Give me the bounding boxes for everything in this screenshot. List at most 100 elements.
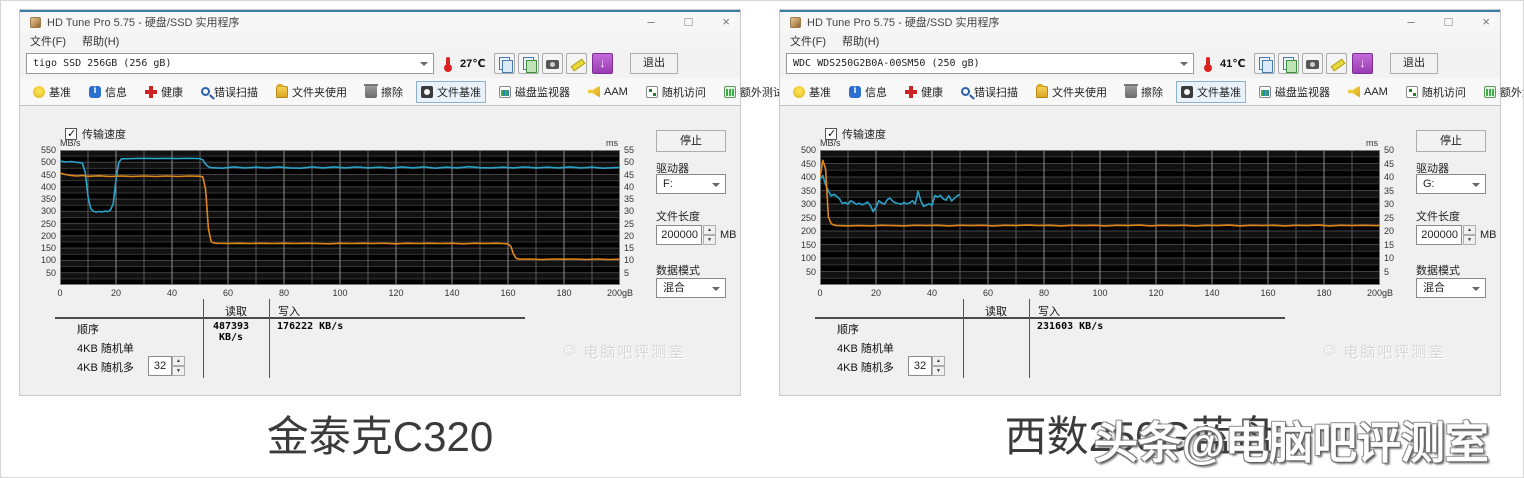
copy-text-button[interactable] [1254,53,1275,74]
thread-count-value: 32 [148,356,172,376]
file-length-input[interactable]: 200000 [1416,225,1462,245]
toolbar-item-label: 错误扫描 [974,86,1018,99]
toolbar-item-folder-usage[interactable]: 文件夹使用 [1031,81,1112,103]
toolbar-item-erase[interactable]: 擦除 [360,81,408,103]
stepper-up-icon[interactable]: ▲ [172,356,185,366]
exit-button[interactable]: 退出 [1390,53,1438,74]
axis-tick: 450 [800,158,816,169]
stepper-down-icon[interactable]: ▼ [703,235,716,245]
write-value: 231603 KB/s [1037,321,1104,332]
stepper-arrows[interactable]: ▲ ▼ [172,356,185,376]
screenshot-button[interactable] [1302,53,1323,74]
thermometer-icon [444,57,452,72]
minimize-icon[interactable]: – [647,15,654,29]
minimize-icon[interactable]: – [1407,15,1414,29]
toolbar-item-aam[interactable]: AAM [583,83,633,101]
chevron-down-icon[interactable] [712,287,720,295]
save-button[interactable]: ↓ [1352,53,1373,74]
toolbar-item-label: 错误扫描 [214,86,258,99]
menu-file[interactable]: 文件(F) [30,33,66,49]
toolbar-item-file-benchmark[interactable]: 文件基准 [1176,80,1246,103]
stop-button[interactable]: 停止 [656,130,726,152]
window-watermark-text: 电脑吧评测室 [1343,343,1446,361]
toolbar-item-info[interactable]: 信息 [84,81,132,103]
benchmark-chart [59,150,621,285]
axis-tick: 100 [800,253,816,263]
maximize-icon[interactable]: □ [1445,15,1453,29]
chevron-down-icon[interactable] [1472,183,1480,191]
copy-image-button[interactable] [518,53,539,74]
toolbar-item-benchmark[interactable]: 基准 [788,81,836,103]
window-watermark-text: 电脑吧评测室 [583,343,686,361]
data-mode-select[interactable]: 混合 [1416,278,1486,298]
chevron-down-icon[interactable] [712,183,720,191]
y-axis-unit: MB/s [60,138,81,148]
stepper-down-icon[interactable]: ▼ [172,366,185,376]
drive-combobox[interactable]: WDC WDS250G2B0A-00SM50 (250 gB) [786,53,1194,74]
axis-tick: 140 [444,288,460,298]
axis-tick: 200gB [1366,288,1394,298]
toolbar-item-benchmark[interactable]: 基准 [28,81,76,103]
stepper-down-icon[interactable]: ▼ [932,366,945,376]
toolbar-item-file-benchmark[interactable]: 文件基准 [416,80,486,103]
stepper-arrows[interactable]: ▲ ▼ [932,356,945,376]
file-length-unit: MB [720,229,737,241]
stepper-down-icon[interactable]: ▼ [1463,235,1476,245]
close-icon[interactable]: × [1482,15,1490,29]
menu-help[interactable]: 帮助(H) [842,33,879,49]
axis-tick: 180 [1316,288,1332,298]
copy-text-button[interactable] [494,53,515,74]
save-button[interactable]: ↓ [592,53,613,74]
chevron-down-icon[interactable] [420,62,428,70]
copy-image-button[interactable] [1278,53,1299,74]
drive-combobox[interactable]: tigo SSD 256GB (256 gB) [26,53,434,74]
toolbar-item-info[interactable]: 信息 [844,81,892,103]
highlight-button[interactable] [566,53,587,74]
chevron-down-icon[interactable] [1180,62,1188,70]
axis-tick: 15 [624,243,635,254]
target-drive-select[interactable]: F: [656,174,726,194]
target-drive-select[interactable]: G: [1416,174,1486,194]
highlight-button[interactable] [1326,53,1347,74]
toolbar-item-erase[interactable]: 擦除 [1120,81,1168,103]
toolbar-item-health[interactable]: 健康 [140,81,188,103]
thread-count-stepper[interactable]: 32 ▲ ▼ [148,356,185,376]
thread-count-stepper[interactable]: 32 ▲ ▼ [908,356,945,376]
toolbar-item-error-scan[interactable]: 错误扫描 [956,81,1023,103]
toolbar-item-folder-usage[interactable]: 文件夹使用 [271,81,352,103]
file-length-stepper[interactable]: ▲ ▼ [1463,225,1476,245]
toolbar-item-disk-monitor[interactable]: 磁盘监视器 [1254,81,1335,103]
axis-tick: 5 [1384,266,1390,277]
toolbar-item-random-access[interactable]: 随机访问 [641,81,711,103]
transfer-speed-label: 传输速度 [842,129,886,141]
close-icon[interactable]: × [722,15,730,29]
toolbar-item-disk-monitor[interactable]: 磁盘监视器 [494,81,575,103]
read-column-header: 读取 [985,306,1007,318]
stepper-up-icon[interactable]: ▲ [1463,225,1476,235]
stop-button[interactable]: 停止 [1416,130,1486,152]
right-window-slot: HD Tune Pro 5.75 - 硬盘/SSD 实用程序 – □ × 文件(… [779,9,1523,396]
menu-file[interactable]: 文件(F) [790,33,826,49]
benchmark-icon [793,85,805,98]
menu-help[interactable]: 帮助(H) [82,33,119,49]
toolbar-item-random-access[interactable]: 随机访问 [1401,81,1471,103]
file-length-stepper[interactable]: ▲ ▼ [703,225,716,245]
write-column-header: 写入 [278,306,300,318]
stepper-up-icon[interactable]: ▲ [932,356,945,366]
screenshot-button[interactable] [542,53,563,74]
chevron-down-icon[interactable] [1472,287,1480,295]
toolbar-item-health[interactable]: 健康 [900,81,948,103]
stepper-up-icon[interactable]: ▲ [703,225,716,235]
axis-tick: 500 [40,157,56,168]
toolbar-item-error-scan[interactable]: 错误扫描 [196,81,263,103]
file-length-input[interactable]: 200000 [656,225,702,245]
menubar: 文件(F) 帮助(H) [780,32,1500,50]
maximize-icon[interactable]: □ [685,15,693,29]
data-mode-select[interactable]: 混合 [656,278,726,298]
toolbar-item-extra-tests[interactable]: 额外测试 [1479,81,1523,103]
exit-button[interactable]: 退出 [630,53,678,74]
axis-tick: 40 [926,288,938,298]
error-scan-icon [961,87,970,96]
axis-tick: 20 [624,230,635,241]
toolbar-item-aam[interactable]: AAM [1343,83,1393,101]
